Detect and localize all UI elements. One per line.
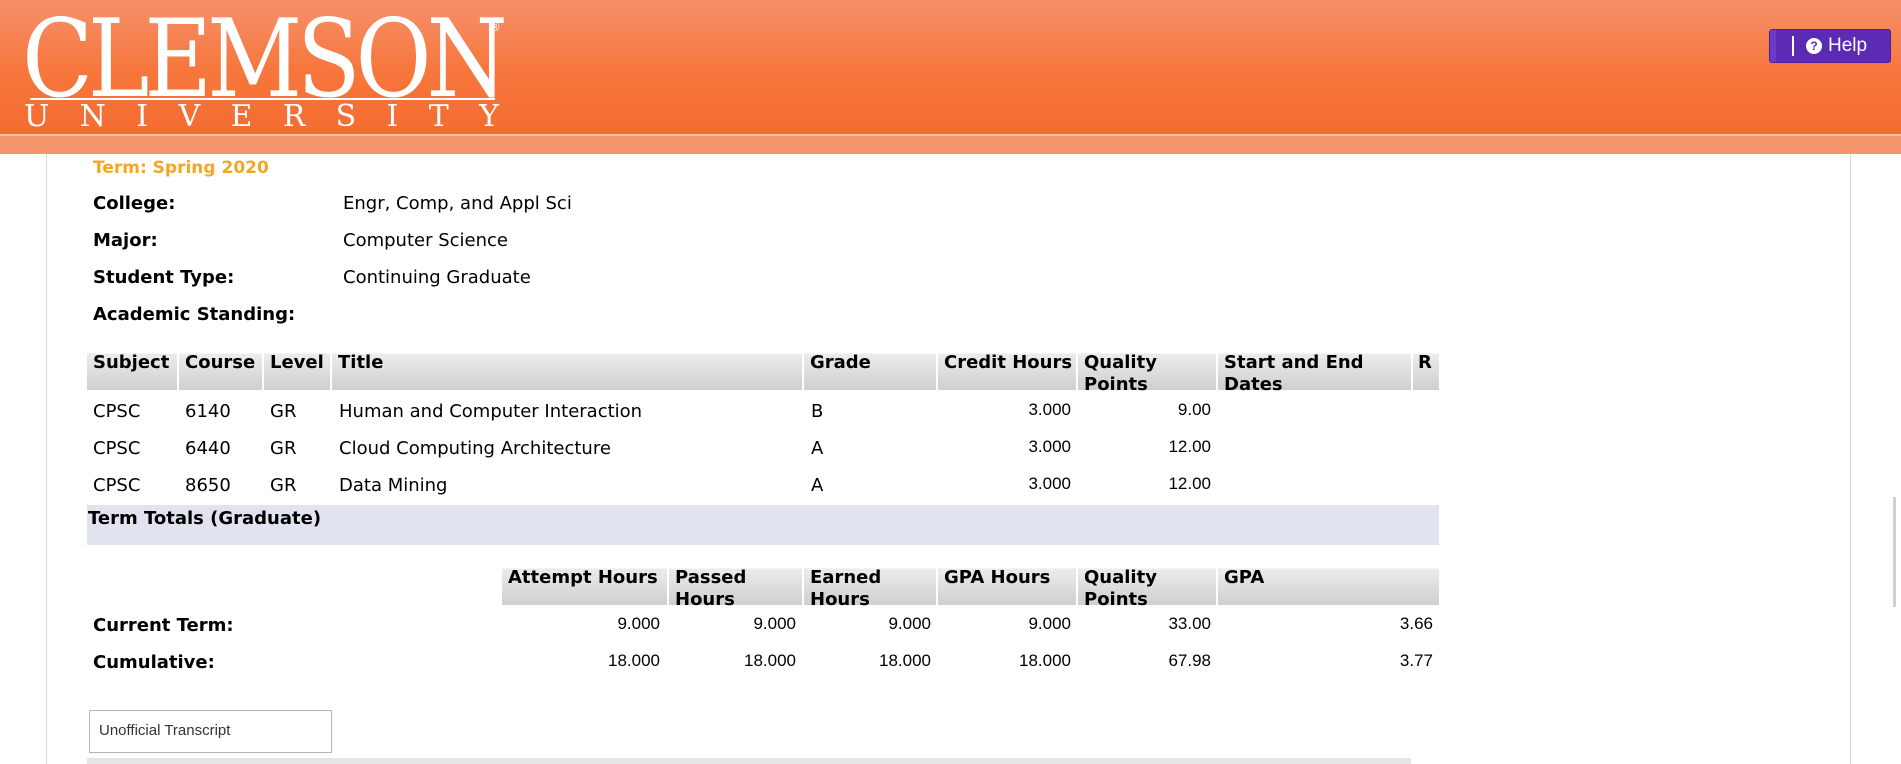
col-header-subject: Subject (87, 350, 177, 390)
content-frame-right (1850, 154, 1851, 764)
student-type-label: Student Type: (93, 267, 235, 288)
cumulative-label: Cumulative: (93, 652, 215, 673)
cell-earned-hours: 18.000 (879, 651, 931, 670)
cell-passed-hours: 9.000 (753, 614, 796, 633)
cell-attempt-hours: 9.000 (617, 614, 660, 633)
help-button-separator (1792, 36, 1794, 56)
help-label: Help (1828, 35, 1868, 56)
cell-gpa: 3.66 (1399, 614, 1433, 633)
cell-level: GR (270, 438, 297, 459)
cell-grade: A (811, 438, 824, 459)
logo-letter: N (79, 99, 106, 134)
cell-subject: CPSC (93, 475, 141, 496)
cell-subject: CPSC (93, 438, 141, 459)
cell-total-quality-points: 67.98 (1168, 651, 1211, 670)
logo-letter: E (230, 99, 253, 134)
cell-credit-hours: 3.000 (1028, 474, 1071, 493)
cell-course: 6440 (185, 438, 231, 459)
college-label: College: (93, 193, 176, 214)
question-circle-icon: ? (1806, 38, 1822, 54)
scrollbar-thumb[interactable] (1893, 497, 1896, 607)
logo-letter: S (335, 99, 357, 134)
cell-passed-hours: 18.000 (744, 651, 796, 670)
cell-grade: B (811, 401, 824, 422)
cell-quality-points: 12.00 (1168, 474, 1211, 493)
col-header-attempt-hours: Attempt Hours (502, 565, 667, 605)
cell-title: Cloud Computing Architecture (339, 438, 611, 459)
academic-standing-label: Academic Standing: (93, 304, 296, 325)
bottom-divider (87, 758, 1411, 764)
cell-gpa-hours: 9.000 (1028, 614, 1071, 633)
banner-bottom-strip (0, 136, 1901, 154)
term-heading: Term: Spring 2020 (93, 158, 269, 178)
student-type-value: Continuing Graduate (343, 267, 531, 288)
cell-credit-hours: 3.000 (1028, 400, 1071, 419)
term-totals-heading: Term Totals (Graduate) (88, 508, 322, 529)
col-header-grade: Grade (804, 350, 936, 390)
col-header-title: Title (332, 350, 802, 390)
help-button[interactable]: ? Help (1769, 29, 1891, 63)
cell-total-quality-points: 33.00 (1168, 614, 1211, 633)
cell-course: 6140 (185, 401, 231, 422)
col-header-gpa: GPA (1218, 565, 1439, 605)
help-button-edge (1770, 30, 1776, 62)
cell-gpa-hours: 18.000 (1019, 651, 1071, 670)
cell-level: GR (270, 401, 297, 422)
logo-letter: T (428, 99, 449, 134)
logo-registered-mark: ® (489, 20, 501, 34)
cell-gpa: 3.77 (1399, 651, 1433, 670)
logo-letter: V (178, 99, 201, 134)
cell-grade: A (811, 475, 824, 496)
current-term-label: Current Term: (93, 615, 234, 636)
cell-subject: CPSC (93, 401, 141, 422)
logo-letter: I (386, 99, 399, 134)
col-header-quality-points: Quality Points (1078, 350, 1216, 395)
content-frame-left (46, 154, 47, 764)
cell-title: Data Mining (339, 475, 448, 496)
logo-letter: U (24, 99, 50, 134)
col-header-earned-hours: Earned Hours (804, 565, 936, 610)
cell-credit-hours: 3.000 (1028, 437, 1071, 456)
major-label: Major: (93, 230, 158, 251)
cell-quality-points: 9.00 (1177, 400, 1211, 419)
logo-letter: R (282, 99, 306, 134)
logo-letter: I (136, 99, 149, 134)
col-header-gpa-hours: GPA Hours (938, 565, 1076, 605)
cell-level: GR (270, 475, 297, 496)
cell-course: 8650 (185, 475, 231, 496)
transcript-type-select[interactable]: Unofficial Transcript (89, 710, 332, 753)
college-value: Engr, Comp, and Appl Sci (343, 193, 572, 214)
col-header-total-quality-points: Quality Points (1078, 565, 1216, 610)
major-value: Computer Science (343, 230, 508, 251)
col-header-r: R (1413, 350, 1439, 390)
col-header-dates: Start and End Dates (1218, 350, 1411, 395)
col-header-passed-hours: Passed Hours (669, 565, 802, 610)
logo-letter: Y (479, 99, 499, 134)
cell-attempt-hours: 18.000 (608, 651, 660, 670)
cell-quality-points: 12.00 (1168, 437, 1211, 456)
logo-subtitle: U N I V E R S I T Y (24, 102, 499, 132)
col-header-course: Course (179, 350, 262, 390)
col-header-level: Level (264, 350, 330, 390)
cell-earned-hours: 9.000 (888, 614, 931, 633)
col-header-credit-hours: Credit Hours (938, 350, 1076, 390)
cell-title: Human and Computer Interaction (339, 401, 643, 422)
